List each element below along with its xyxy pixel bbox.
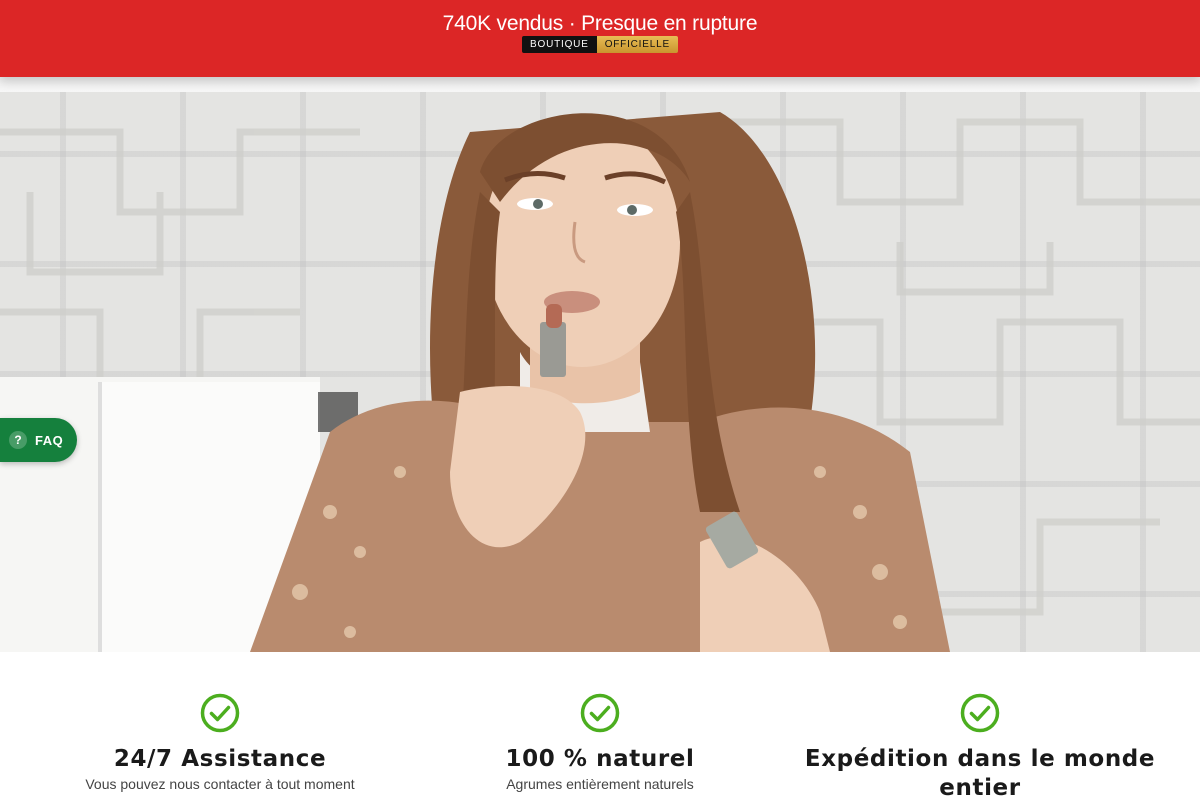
badge-boutique: BOUTIQUE (522, 36, 597, 53)
official-store-badge: BOUTIQUE OFFICIELLE (522, 36, 678, 53)
feature-text: Vous pouvez nous contacter à tout moment (85, 776, 355, 792)
check-circle-icon (200, 693, 240, 733)
feature-item: Expédition dans le monde entier (790, 652, 1170, 800)
faq-label: FAQ (35, 432, 64, 448)
feature-text: Agrumes entièrement naturels (506, 776, 694, 792)
faq-button[interactable]: ? FAQ (0, 418, 77, 462)
banner-title: 740K vendus · Presque en rupture (442, 12, 758, 35)
badge-officielle: OFFICIELLE (596, 36, 678, 53)
hero-image (0, 92, 1200, 652)
features-section: 24/7 Assistance Vous pouvez nous contact… (0, 652, 1200, 800)
feature-item: 100 % naturel Agrumes entièrement nature… (410, 652, 790, 792)
feature-title: 100 % naturel (505, 746, 695, 772)
hero-illustration (0, 112, 1200, 652)
check-circle-icon (580, 693, 620, 733)
question-mark-icon: ? (9, 431, 27, 449)
feature-item: 24/7 Assistance Vous pouvez nous contact… (30, 652, 410, 792)
top-banner: 740K vendus · Presque en rupture BOUTIQU… (0, 0, 1200, 77)
check-circle-icon (960, 693, 1000, 733)
feature-title: 24/7 Assistance (113, 746, 327, 772)
feature-title: Expédition dans le monde entier (804, 746, 1156, 800)
header-shadow-bar (0, 77, 1200, 92)
